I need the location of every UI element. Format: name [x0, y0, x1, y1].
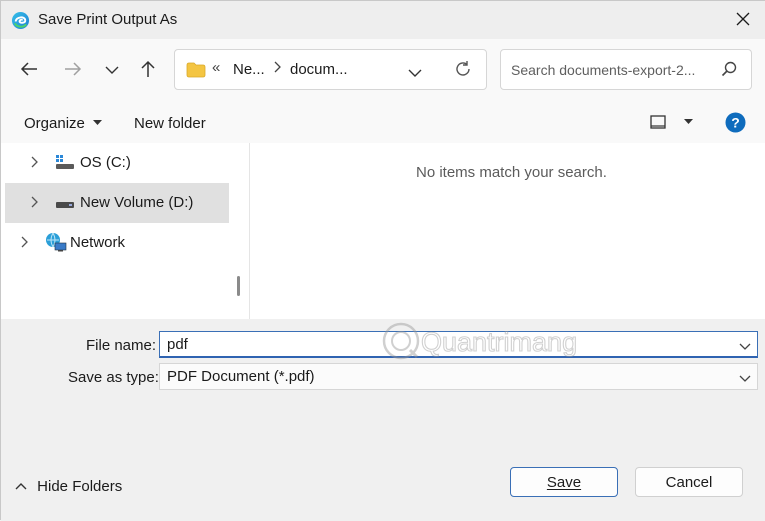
cancel-button[interactable]: Cancel — [635, 467, 743, 497]
edge-browser-icon — [11, 11, 30, 30]
tree-item-label: Network — [70, 234, 126, 251]
address-bar[interactable]: « Ne... docum... — [174, 49, 487, 90]
file-name-value[interactable]: pdf — [167, 336, 188, 353]
watermark-text: Quantrimang — [421, 327, 577, 357]
quantrimang-watermark: Quantrimang — [381, 320, 601, 362]
chevron-right-icon[interactable] — [21, 235, 29, 252]
view-pane-icon — [650, 115, 670, 132]
breadcrumb-separator-icon — [274, 60, 282, 78]
network-icon — [45, 232, 67, 255]
search-box[interactable] — [500, 49, 752, 90]
tree-item-new-volume-d[interactable]: New Volume (D:) — [5, 183, 229, 223]
help-icon[interactable]: ? — [725, 112, 746, 136]
tree-item-network[interactable]: Network — [5, 223, 229, 263]
save-button[interactable]: Save — [510, 467, 618, 497]
caret-down-icon — [89, 115, 103, 132]
hide-folders-label: Hide Folders — [37, 478, 123, 495]
content-area: OS (C:) New Volume (D:) Network No items… — [1, 143, 765, 319]
save-as-type-label: Save as type: — [68, 369, 159, 386]
save-dialog: Save Print Output As « Ne... docum... Se… — [0, 0, 765, 521]
forward-button[interactable] — [58, 55, 88, 85]
navigation-pane: OS (C:) New Volume (D:) Network — [1, 143, 250, 319]
arrow-up-icon — [140, 60, 156, 81]
save-as-type-value: PDF Document (*.pdf) — [167, 368, 315, 385]
window-title: Save Print Output As — [38, 11, 178, 28]
search-input[interactable] — [509, 59, 713, 81]
recent-locations-button[interactable] — [97, 55, 127, 85]
svg-text:?: ? — [731, 115, 740, 131]
command-toolbar: Organize New folder ? — [1, 103, 765, 143]
title-bar: Save Print Output As — [1, 1, 765, 39]
chevron-down-icon — [739, 370, 751, 386]
file-list: No items match your search. — [250, 143, 765, 319]
save-as-type-select[interactable]: PDF Document (*.pdf) — [159, 363, 758, 390]
empty-message: No items match your search. — [416, 164, 607, 181]
dialog-footer: Hide Folders Save Cancel — [1, 443, 765, 521]
arrow-right-icon — [64, 61, 82, 80]
navigation-bar: « Ne... docum... — [1, 39, 765, 103]
file-name-label: File name: — [86, 337, 157, 354]
nav-pane-scrollbar[interactable] — [237, 276, 240, 296]
new-folder-button[interactable]: New folder — [134, 115, 206, 132]
drive-icon — [55, 197, 75, 213]
address-dropdown-icon[interactable] — [408, 65, 422, 81]
arrow-left-icon — [20, 61, 38, 80]
caret-down-icon — [670, 116, 693, 132]
organize-label: Organize — [24, 115, 85, 132]
tree-item-label: OS (C:) — [80, 154, 131, 171]
view-options-button[interactable] — [650, 115, 693, 132]
organize-button[interactable]: Organize — [24, 115, 103, 132]
close-icon — [736, 12, 750, 29]
save-label: Save — [546, 473, 582, 491]
tree-item-os-c[interactable]: OS (C:) — [5, 143, 229, 183]
chevron-down-icon — [105, 62, 119, 78]
up-button[interactable] — [133, 55, 163, 85]
folder-icon — [186, 62, 206, 81]
hide-folders-button[interactable]: Hide Folders — [15, 478, 122, 495]
search-icon[interactable] — [721, 61, 737, 80]
back-button[interactable] — [14, 55, 44, 85]
overflow-chevron[interactable]: « — [212, 59, 220, 76]
refresh-icon[interactable] — [454, 60, 472, 81]
chevron-right-icon[interactable] — [31, 195, 39, 212]
chevron-up-icon — [15, 478, 37, 495]
breadcrumb-2[interactable]: docum... — [290, 61, 348, 78]
tree-item-label: New Volume (D:) — [80, 194, 194, 211]
chevron-right-icon[interactable] — [31, 155, 39, 172]
close-button[interactable] — [720, 1, 765, 39]
chevron-down-icon[interactable] — [739, 338, 751, 354]
drive-icon — [55, 154, 75, 173]
breadcrumb-1[interactable]: Ne... — [233, 61, 265, 78]
